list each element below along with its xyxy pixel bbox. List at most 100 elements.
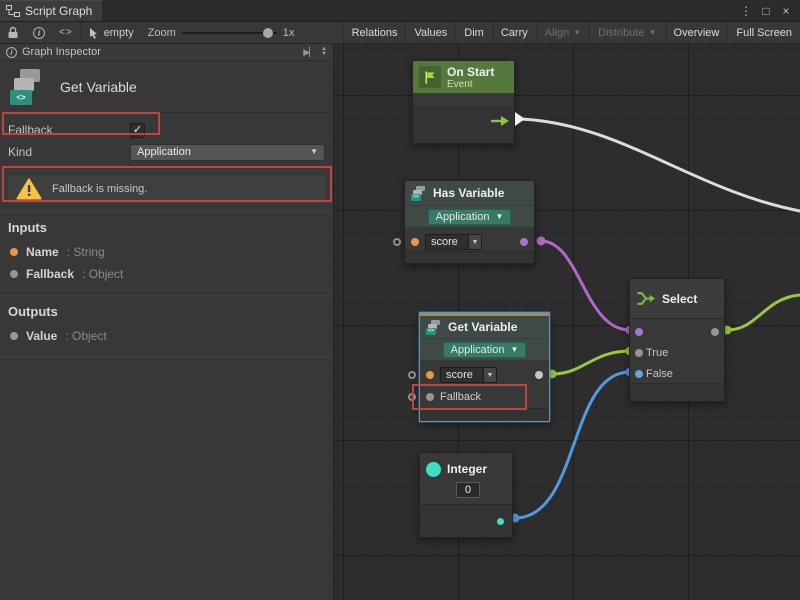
variable-name-dropdown[interactable]: score ▼ <box>425 234 482 250</box>
integer-value-field[interactable]: 0 <box>456 482 480 498</box>
chevron-down-icon: ▼ <box>310 148 318 156</box>
overview-button[interactable]: Overview <box>665 22 728 43</box>
chevron-down-icon: ▼ <box>468 235 481 249</box>
fallback-property-row: Fallback ✓ <box>0 119 333 141</box>
integer-output-port[interactable] <box>497 518 504 525</box>
selection-output-port[interactable] <box>711 328 719 336</box>
window-controls: ⋮ □ × <box>738 0 800 21</box>
scroll-arrows-icon[interactable]: ▲▼ <box>321 47 327 57</box>
graph-path[interactable]: empty <box>81 27 142 39</box>
wire-getvariable-to-select-true[interactable] <box>552 351 630 374</box>
value-output-port[interactable] <box>535 371 543 379</box>
inspected-node-header: <> Get Variable <box>0 61 333 113</box>
true-port-label: True <box>646 347 668 359</box>
node-title: Select <box>662 292 697 306</box>
input-row-name: Name : String <box>0 241 333 263</box>
dock-icon[interactable]: ▶▏ <box>303 47 315 58</box>
trigger-arrow-icon <box>490 115 510 127</box>
values-button[interactable]: Values <box>405 22 455 43</box>
wire-onstart-out[interactable] <box>521 119 800 211</box>
chevron-down-icon: ▼ <box>649 29 657 37</box>
variable-icon: <> <box>411 186 427 201</box>
wire-endpoint <box>537 237 546 246</box>
node-has-variable[interactable]: <> Has Variable Application ▼ score ▼ <box>404 180 535 264</box>
cursor-icon <box>89 27 99 39</box>
inspected-node-title: Get Variable <box>60 79 137 95</box>
node-on-start[interactable]: On Start Event <box>412 60 515 144</box>
fullscreen-button[interactable]: Full Screen <box>727 22 800 43</box>
false-port-label: False <box>646 368 673 380</box>
unconnected-port-ring[interactable] <box>408 371 416 379</box>
maximize-icon[interactable]: □ <box>758 4 774 18</box>
code-icon[interactable]: <> <box>52 22 80 43</box>
name-port[interactable] <box>411 238 419 246</box>
inspector-header: i Graph Inspector ▶▏ ▲▼ <box>0 44 333 61</box>
graph-canvas[interactable]: On Start Event <> Has Variable <box>334 44 800 600</box>
dim-button[interactable]: Dim <box>455 22 492 43</box>
divider <box>0 357 333 358</box>
graph-inspector-panel: i Graph Inspector ▶▏ ▲▼ <> Get Variable … <box>0 44 334 600</box>
align-button[interactable]: Align▼ <box>536 22 589 43</box>
inspector-title: Graph Inspector <box>22 46 101 58</box>
fallback-label: Fallback <box>8 123 130 137</box>
fallback-checkbox[interactable]: ✓ <box>130 123 145 138</box>
wire-hasvariable-to-select[interactable] <box>541 241 630 330</box>
zoom-control: Zoom 1x <box>142 27 301 39</box>
zoom-slider[interactable] <box>182 32 277 34</box>
output-row-value: Value : Object <box>0 325 333 347</box>
unconnected-port-ring[interactable] <box>393 238 401 246</box>
graph-path-label: empty <box>104 27 134 39</box>
fallback-port-label: Fallback <box>440 391 481 403</box>
graph-toolbar: i <> empty Zoom 1x Relations Values Dim … <box>0 22 800 44</box>
fallback-port[interactable] <box>426 393 434 401</box>
unconnected-port-ring[interactable] <box>408 393 416 401</box>
zoom-slider-handle[interactable] <box>263 28 273 38</box>
node-select[interactable]: Select True False <box>629 278 725 402</box>
graph-icon <box>6 5 20 17</box>
close-icon[interactable]: × <box>778 4 794 18</box>
outputs-section-title: Outputs <box>0 296 333 325</box>
menu-icon[interactable]: ⋮ <box>738 4 754 18</box>
node-title: Integer <box>447 462 487 476</box>
warning-text: Fallback is missing. <box>52 183 147 195</box>
scope-dropdown[interactable]: Application ▼ <box>443 342 527 358</box>
true-input-port[interactable] <box>635 349 643 357</box>
script-graph-window: Script Graph ⋮ □ × i <> empty Zoom <box>0 0 800 600</box>
trigger-output-port[interactable] <box>515 112 525 126</box>
chevron-down-icon: ▼ <box>510 346 518 354</box>
result-output-port[interactable] <box>520 238 528 246</box>
integer-icon <box>426 462 441 477</box>
variable-icon: <> <box>10 67 48 107</box>
node-get-variable[interactable]: <> Get Variable Application ▼ score ▼ <box>419 312 550 422</box>
distribute-button[interactable]: Distribute▼ <box>589 22 664 43</box>
relations-button[interactable]: Relations <box>343 22 406 43</box>
node-title: Get Variable <box>448 320 517 334</box>
port-dot-icon <box>10 270 18 278</box>
info-icon[interactable]: i <box>26 22 52 43</box>
condition-input-port[interactable] <box>635 328 643 336</box>
carry-button[interactable]: Carry <box>492 22 536 43</box>
inputs-section-title: Inputs <box>0 212 333 241</box>
false-input-port[interactable] <box>635 370 643 378</box>
lock-icon[interactable] <box>0 22 26 43</box>
wires-layer <box>334 44 800 600</box>
window-title: Script Graph <box>25 4 92 18</box>
kind-value: Application <box>137 146 191 158</box>
tab-script-graph[interactable]: Script Graph <box>0 0 102 21</box>
kind-dropdown[interactable]: Application ▼ <box>130 144 325 161</box>
zoom-value: 1x <box>283 27 295 39</box>
chevron-down-icon: ▼ <box>495 213 503 221</box>
port-dot-icon <box>10 332 18 340</box>
warning-icon <box>16 178 42 200</box>
scope-dropdown[interactable]: Application ▼ <box>428 209 512 225</box>
chevron-down-icon: ▼ <box>483 368 496 382</box>
zoom-label: Zoom <box>148 27 176 39</box>
info-icon: i <box>6 47 17 58</box>
variable-name-dropdown[interactable]: score ▼ <box>440 367 497 383</box>
kind-property-row: Kind Application ▼ <box>0 141 333 163</box>
titlebar: Script Graph ⋮ □ × <box>0 0 800 22</box>
node-integer[interactable]: Integer 0 <box>419 452 513 538</box>
name-port[interactable] <box>426 371 434 379</box>
variable-icon: <> <box>426 320 442 335</box>
wire-select-out[interactable] <box>727 295 800 330</box>
